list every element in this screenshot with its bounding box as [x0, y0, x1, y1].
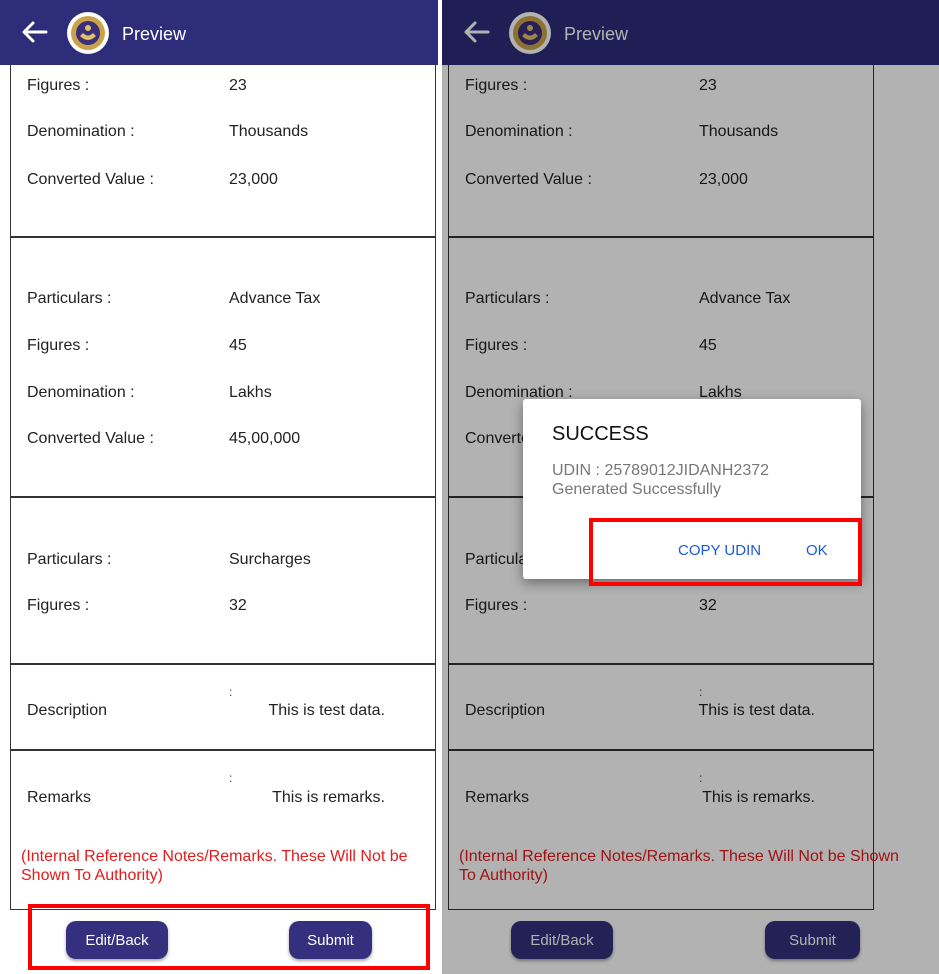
figures-value: 32 — [229, 597, 247, 614]
description-label: Description — [27, 702, 108, 719]
page-title: Preview — [122, 24, 187, 44]
divider — [11, 236, 435, 238]
preview-screen-right: Preview Figures : 23 Denomination : Thou… — [442, 0, 939, 974]
figures-label: Figures : — [27, 597, 90, 614]
preview-content: Figures : 23 Denomination : Thousands Co… — [10, 65, 436, 910]
figures-value: 45 — [229, 337, 247, 354]
remarks-label: Remarks — [27, 789, 92, 806]
buttons-highlight-box — [28, 904, 430, 970]
particulars-label: Particulars : — [27, 551, 112, 568]
app-bar: Preview — [0, 0, 438, 65]
converted-value-label: Converted Value : — [27, 430, 154, 447]
denomination-value: Lakhs — [229, 384, 272, 401]
figures-label: Figures : — [27, 337, 90, 354]
preview-screen-left: Preview Figures : 23 Denomination : Thou… — [0, 0, 438, 974]
converted-value-label: Converted Value : — [27, 171, 154, 188]
particulars-value: Surcharges — [229, 551, 311, 568]
divider — [11, 749, 435, 751]
back-arrow-icon[interactable] — [20, 17, 50, 47]
denomination-value: Thousands — [229, 123, 309, 140]
dialog-buttons-highlight-box — [589, 518, 862, 586]
dialog-title: SUCCESS — [552, 423, 649, 445]
denomination-label: Denomination : — [27, 384, 135, 401]
converted-value: 23,000 — [229, 171, 278, 188]
converted-value: 45,00,000 — [229, 430, 301, 447]
remarks-value: This is remarks. — [272, 789, 385, 806]
remarks-colon: : — [229, 771, 233, 785]
particulars-label: Particulars : — [27, 290, 112, 307]
figures-label: Figures : — [27, 77, 90, 94]
denomination-label: Denomination : — [27, 123, 135, 140]
icai-logo-icon — [67, 12, 109, 54]
internal-note: (Internal Reference Notes/Remarks. These… — [21, 848, 408, 884]
divider — [11, 663, 435, 665]
divider — [11, 496, 435, 498]
figures-value: 23 — [229, 77, 247, 94]
description-colon: : — [229, 685, 233, 699]
dialog-message: UDIN : 25789012JIDANH2372 Generated Succ… — [552, 462, 770, 498]
particulars-value: Advance Tax — [229, 290, 321, 307]
description-value: This is test data. — [268, 702, 386, 719]
